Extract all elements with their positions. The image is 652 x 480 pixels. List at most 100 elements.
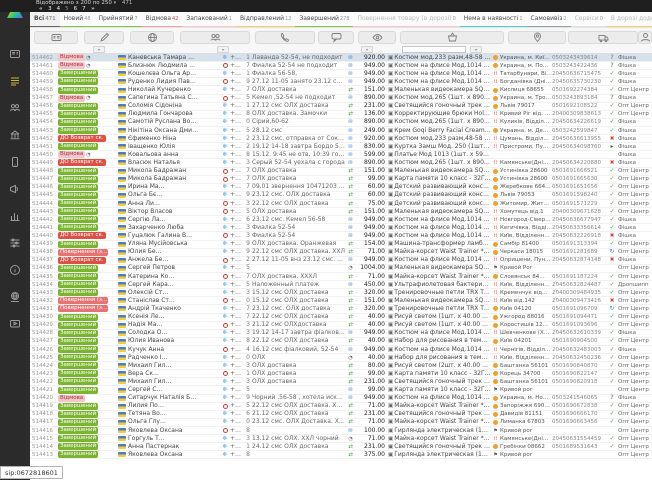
phone-number[interactable]: +380 [230, 94, 244, 102]
phone-number[interactable]: +380 [230, 208, 244, 216]
phone-number[interactable]: +380 [230, 78, 244, 86]
last-page-icon[interactable]: » [91, 6, 95, 12]
callcenter-icon[interactable] [7, 154, 23, 170]
ttn-number[interactable]: 0501691666521 [552, 167, 606, 175]
ttn-number[interactable]: 0503242599847 [552, 127, 606, 135]
phone-number[interactable]: +380 [230, 386, 244, 394]
ttn-number[interactable]: 20450632874148 [552, 256, 606, 264]
phone-number[interactable]: +380 [230, 62, 244, 70]
chevron-down-icon[interactable]: ▾ [114, 0, 117, 6]
phone-number[interactable]: +380 [230, 216, 244, 224]
table-row[interactable]: 514413ЗавершенийЯковлева Оксана❄+3808⇄37… [30, 451, 652, 459]
phone-number[interactable]: +380 [230, 248, 244, 256]
tab-Самовивіз[interactable]: Самовивіз2 [527, 12, 571, 28]
phone-number[interactable]: +380 [230, 346, 244, 354]
tab-Новий[interactable]: Новий48 [60, 12, 95, 28]
ttn-number[interactable]: 20450633356614 [552, 224, 606, 232]
ttn-number[interactable]: 0503243893184 [552, 94, 606, 102]
price-filter-dropdown[interactable]: ▾ [361, 46, 373, 53]
ttn-number[interactable]: 0501691571229 [552, 200, 606, 208]
ttn-number[interactable]: 0503241546065 [552, 394, 606, 402]
ttn-number[interactable]: 20450632226918 [552, 232, 606, 240]
ttn-number[interactable]: 0501691094471 [552, 313, 606, 321]
ttn-number[interactable]: 20450632450236 [552, 354, 606, 362]
page-button-4[interactable]: 4 [57, 6, 61, 12]
ttn-number[interactable]: 20400309473416 [552, 297, 606, 305]
column-header-location-pin-icon[interactable] [508, 31, 566, 44]
phone-number[interactable]: +380 [230, 135, 244, 143]
ttn-number[interactable]: 0501691093696 [552, 321, 606, 329]
column-header-basket-icon[interactable] [400, 31, 504, 44]
ttn-number[interactable]: 0501691651656 [552, 183, 606, 191]
phone-number[interactable]: +380 [230, 256, 244, 264]
info-icon[interactable] [7, 262, 23, 278]
phone-number[interactable]: +380 [230, 451, 244, 459]
ttn-number[interactable]: 0501690663456 [552, 418, 606, 426]
phone-number[interactable]: +380 [230, 143, 244, 151]
ttn-number[interactable]: 0501691313394 [552, 240, 606, 248]
phone-number[interactable]: +380 [230, 110, 244, 118]
ttn-number[interactable]: 20450634226619 [552, 118, 606, 126]
product-filter-input[interactable] [402, 46, 466, 53]
reports-icon[interactable] [7, 208, 23, 224]
phone-number[interactable]: +380 [230, 289, 244, 297]
phone-number[interactable]: +380 [230, 443, 244, 451]
phone-number[interactable]: +380 [230, 402, 244, 410]
ttn-number[interactable]: 0501690840870 [552, 362, 606, 370]
phone-number[interactable]: +380 [230, 281, 244, 289]
column-header-edit-pencil-icon[interactable] [84, 31, 124, 44]
ttn-number[interactable]: 20450635730230 [552, 78, 606, 86]
ttn-number[interactable]: 0501692108522 [552, 102, 606, 110]
ttn-number[interactable]: 20450631554459 [552, 435, 606, 443]
phone-number[interactable]: +380 [230, 337, 244, 345]
column-header-contact-card-icon[interactable] [34, 31, 78, 44]
phone-number[interactable]: +380 [230, 54, 244, 62]
ttn-number[interactable]: 20400309838613 [552, 110, 606, 118]
column-header-eye-icon[interactable] [358, 31, 396, 44]
phone-number[interactable]: +380 [230, 435, 244, 443]
phone-number[interactable]: +380 [230, 102, 244, 110]
column-header-chat-bubble-icon[interactable] [318, 31, 354, 44]
tab-Відмова[interactable]: Відмова42 [142, 12, 183, 28]
tab-Нема в наявності[interactable]: Нема в наявності1 [460, 12, 527, 28]
settings-sliders-icon[interactable] [7, 235, 23, 251]
status-filter-dropdown[interactable]: ▾ [93, 46, 105, 53]
ttn-number[interactable]: 20400309671628 [552, 208, 606, 216]
phone-filter-dropdown[interactable]: ▾ [217, 46, 229, 53]
column-header-person-icon[interactable] [638, 31, 652, 44]
phone-number[interactable]: +380 [230, 394, 244, 402]
ttn-number[interactable]: 20450636677947 [552, 216, 606, 224]
phone-number[interactable]: +380 [230, 167, 244, 175]
ttn-number[interactable]: 20450632483003 [552, 346, 606, 354]
ttn-number[interactable]: 0503243439614 [552, 54, 606, 62]
ttn-number[interactable]: 20400309484935 [552, 289, 606, 297]
phone-number[interactable]: +380 [230, 70, 244, 78]
first-page-icon[interactable]: « [39, 6, 43, 12]
tab-Відправлений[interactable]: Відправлений12 [236, 12, 296, 28]
tab-Сервіси[interactable]: Сервіси0 [571, 12, 607, 28]
phone-number[interactable]: +380 [230, 362, 244, 370]
page-button-5[interactable]: 5 [65, 6, 69, 12]
tab-Завершений[interactable]: Завершений278 [295, 12, 353, 28]
phone-number[interactable]: +380 [230, 151, 244, 159]
ttn-number[interactable]: 20450636613955 [552, 135, 606, 143]
tab-Повернення товару (в дорозі)[interactable]: Повернення товару (в дорозі)0 [353, 12, 459, 28]
phone-number[interactable]: +380 [230, 378, 244, 386]
phone-number[interactable]: +380 [230, 118, 244, 126]
clients-icon[interactable] [7, 100, 23, 116]
phone-number[interactable]: +380 [230, 370, 244, 378]
ttn-number[interactable]: 20450634220880 [552, 159, 606, 167]
page-button-3[interactable]: 3 [48, 6, 52, 12]
ttn-number[interactable]: 20450632824487 [552, 281, 606, 289]
tab-В дорозі додому[interactable]: В дорозі додому0 [607, 12, 652, 28]
ttn-number[interactable]: 0501690904500 [552, 337, 606, 345]
page-button-7[interactable]: 7 [82, 6, 86, 12]
phone-number[interactable]: +380 [230, 159, 244, 167]
tab-Прийнятий[interactable]: Прийнятий7 [95, 12, 142, 28]
warehouse-icon[interactable] [7, 127, 23, 143]
phone-number[interactable]: +380 [230, 354, 244, 362]
phone-number[interactable]: +380 [230, 418, 244, 426]
ttn-number[interactable]: 0501690820918 [552, 378, 606, 386]
dashboard-icon[interactable] [7, 46, 23, 62]
ttn-number[interactable] [552, 427, 606, 435]
